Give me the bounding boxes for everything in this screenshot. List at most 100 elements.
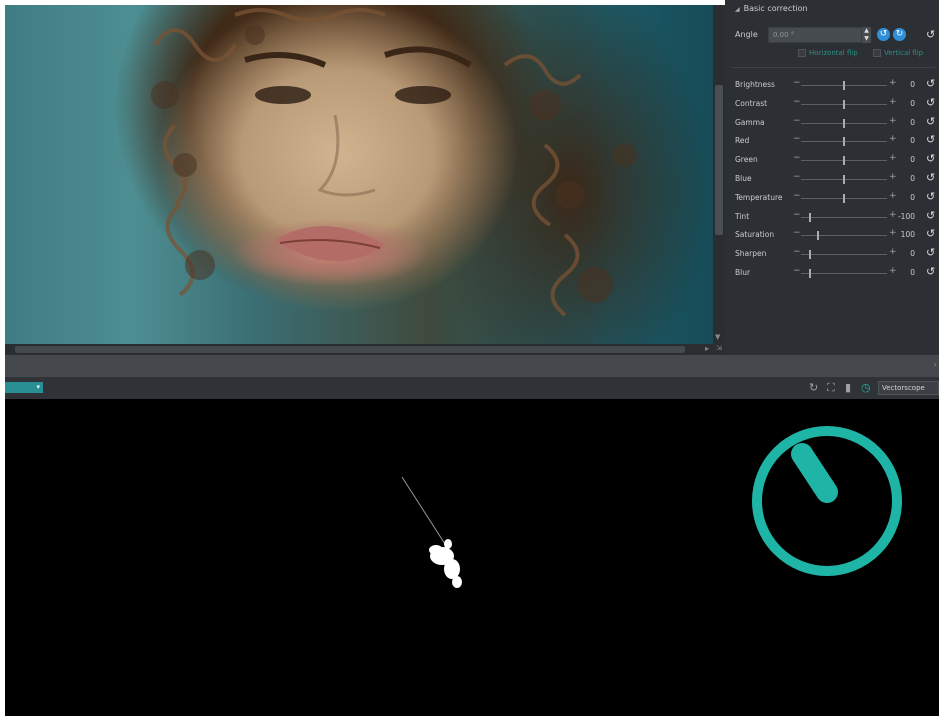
reset-icon[interactable]: ↺ (926, 28, 935, 41)
vectorscope-logo-icon (752, 426, 902, 576)
refresh-icon[interactable]: ↻ (809, 381, 818, 394)
adjustment-label: Tint (735, 211, 750, 221)
rotate-right-icon[interactable]: ↻ (893, 28, 906, 41)
reset-icon[interactable]: ↺ (926, 190, 935, 203)
gamma-slider[interactable] (801, 118, 887, 128)
adjustment-row-green: Green − +0 ↺ (735, 151, 939, 169)
slider-thumb[interactable] (843, 99, 845, 109)
blur-slider[interactable] (801, 269, 887, 278)
slider-thumb[interactable] (843, 118, 845, 128)
checkbox-box[interactable] (798, 49, 806, 57)
adjustment-value[interactable]: 100 (895, 230, 915, 239)
section-header[interactable]: ◢ Basic correction (735, 4, 808, 13)
adjustment-value[interactable]: 0 (895, 99, 915, 108)
reset-icon[interactable]: ↺ (926, 209, 935, 222)
scope-type-select[interactable]: Vectorscope (878, 381, 939, 395)
horizontal-flip-checkbox[interactable]: Horizontal flip (798, 49, 858, 57)
adjustment-value[interactable]: 0 (895, 268, 915, 277)
adjustment-value[interactable]: 0 (895, 193, 915, 202)
collapse-triangle-icon[interactable]: ◢ (735, 6, 740, 13)
chevron-right-icon[interactable]: › (934, 360, 937, 369)
minus-icon[interactable]: − (793, 247, 801, 257)
angle-row: Angle 0.00 ° ▲ ▼ ↺ ↻ ↺ (735, 27, 935, 43)
reset-icon[interactable]: ↺ (926, 246, 935, 259)
bars-icon[interactable]: ▮ (845, 381, 851, 394)
minus-icon[interactable]: − (793, 228, 801, 238)
slider-thumb[interactable] (843, 137, 845, 147)
adjustment-row-sharpen: Sharpen − +0 ↺ (735, 245, 939, 263)
scroll-down-icon[interactable]: ▼ (715, 333, 720, 341)
slider-thumb[interactable] (843, 193, 845, 203)
angle-spinner[interactable]: ▲ ▼ (862, 27, 871, 43)
reset-icon[interactable]: ↺ (926, 77, 935, 90)
reset-icon[interactable]: ↺ (926, 265, 935, 278)
adjustment-label: Contrast (735, 98, 768, 108)
vectorscope-display (5, 399, 939, 716)
adjustment-row-gamma: Gamma − +0 ↺ (735, 114, 939, 132)
adjustment-row-blue: Blue − +0 ↺ (735, 170, 939, 188)
adjustment-value[interactable]: 0 (895, 80, 915, 89)
adjustment-label: Temperature (735, 192, 783, 202)
adjustment-value[interactable]: 0 (895, 155, 915, 164)
sharpen-slider[interactable] (801, 250, 887, 260)
saturation-slider[interactable] (801, 231, 887, 241)
reset-icon[interactable]: ↺ (926, 152, 935, 165)
slider-thumb[interactable] (808, 212, 811, 222)
preview-horizontal-scrollbar[interactable]: ▸ (5, 344, 713, 355)
video-preview[interactable] (5, 5, 713, 344)
slider-thumb[interactable] (843, 175, 845, 184)
correction-panel: ◢ Basic correction Angle 0.00 ° ▲ ▼ ↺ ↻ ↺ … (725, 0, 939, 355)
checkbox-label: Vertical flip (884, 49, 924, 57)
scope-trace (429, 539, 462, 588)
pin-icon[interactable]: ⇲ (713, 344, 725, 355)
minus-icon[interactable]: − (793, 266, 801, 276)
splitter-bar[interactable]: › (5, 355, 939, 377)
green-slider[interactable] (801, 156, 887, 166)
red-slider[interactable] (801, 137, 887, 147)
slider-thumb[interactable] (808, 269, 811, 278)
temperature-slider[interactable] (801, 193, 887, 203)
reset-icon[interactable]: ↺ (926, 96, 935, 109)
portrait-frame (151, 8, 637, 317)
angle-input[interactable]: 0.00 ° (768, 27, 862, 43)
adjustment-value[interactable]: 0 (895, 118, 915, 127)
checkbox-box[interactable] (873, 49, 881, 57)
rotate-left-icon[interactable]: ↺ (877, 28, 890, 41)
reset-icon[interactable]: ↺ (926, 227, 935, 240)
scope-toolbar: ▾ ↻ ⛶ ▮ ◷ Vectorscope (5, 377, 939, 399)
slider-thumb[interactable] (843, 156, 845, 166)
fullscreen-icon[interactable]: ⛶ (827, 381, 835, 395)
adjustment-value[interactable]: 0 (895, 174, 915, 183)
reset-icon[interactable]: ↺ (926, 171, 935, 184)
brightness-slider[interactable] (801, 81, 887, 90)
scrollbar-thumb[interactable] (15, 346, 685, 353)
contrast-slider[interactable] (801, 99, 887, 109)
reset-icon[interactable]: ↺ (926, 133, 935, 146)
minus-icon[interactable]: − (793, 97, 801, 107)
minus-icon[interactable]: − (793, 153, 801, 163)
preview-vertical-scrollbar[interactable]: ▼ (713, 5, 725, 355)
reset-icon[interactable]: ↺ (926, 115, 935, 128)
minus-icon[interactable]: − (793, 116, 801, 126)
scroll-right-icon[interactable]: ▸ (705, 344, 709, 353)
adjustment-value[interactable]: -100 (895, 212, 915, 221)
section-title: Basic correction (743, 4, 808, 13)
minus-icon[interactable]: − (793, 78, 801, 88)
minus-icon[interactable]: − (793, 134, 801, 144)
vertical-flip-checkbox[interactable]: Vertical flip (873, 49, 923, 57)
channel-dropdown[interactable]: ▾ (5, 382, 43, 393)
minus-icon[interactable]: − (793, 191, 801, 201)
scope-clock-icon[interactable]: ◷ (861, 381, 871, 394)
scrollbar-thumb[interactable] (715, 85, 723, 235)
adjustment-row-blur: Blur − +0 ↺ (735, 264, 939, 282)
slider-thumb[interactable] (843, 81, 845, 90)
skin-tone-line (401, 476, 446, 545)
adjustment-value[interactable]: 0 (895, 249, 915, 258)
slider-thumb[interactable] (817, 231, 820, 241)
minus-icon[interactable]: − (793, 172, 801, 182)
tint-slider[interactable] (801, 212, 887, 222)
blue-slider[interactable] (801, 175, 887, 184)
slider-thumb[interactable] (808, 250, 811, 260)
adjustment-value[interactable]: 0 (895, 136, 915, 145)
minus-icon[interactable]: − (793, 210, 801, 220)
